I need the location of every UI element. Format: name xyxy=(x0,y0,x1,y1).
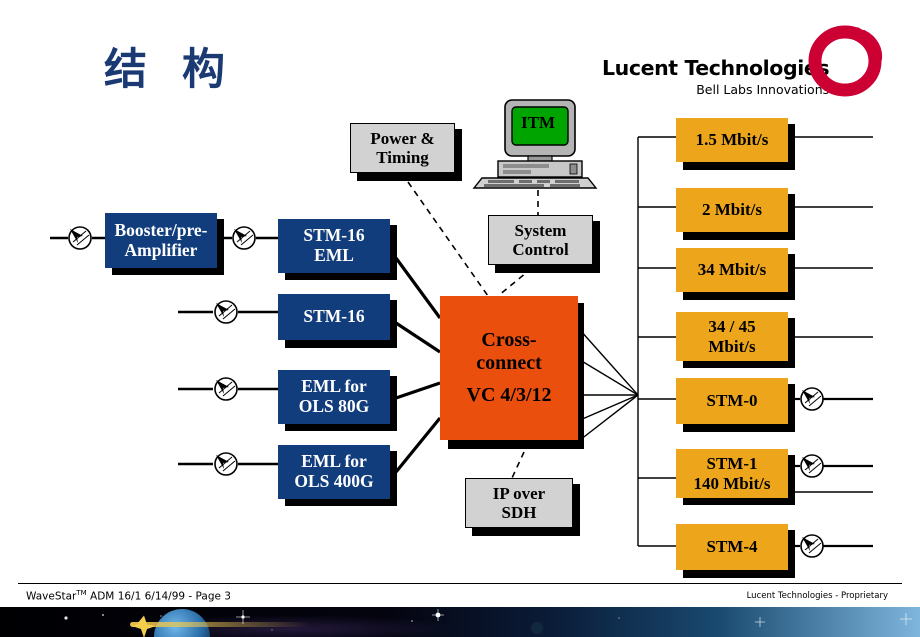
module-label-line: OLS 80G xyxy=(298,396,370,416)
optical-connector-icon xyxy=(214,377,238,401)
module-cross-connect[interactable]: Cross- connect VC 4/3/12 xyxy=(440,296,578,440)
module-label-line: Booster/pre- xyxy=(114,219,208,240)
optical-connector-icon xyxy=(800,387,824,411)
module-ip-over-sdh[interactable]: IP over SDH xyxy=(465,478,573,528)
module-label-line: VC 4/3/12 xyxy=(466,384,552,407)
tributary-label-line: Mbit/s xyxy=(708,336,756,356)
lucent-red-ring-icon xyxy=(808,25,883,97)
tributary-1-5-mbit[interactable]: 1.5 Mbit/s xyxy=(676,118,788,162)
module-label-line: STM-16 xyxy=(303,225,365,246)
module-label-line: EML for xyxy=(301,376,367,397)
module-label-line: IP over xyxy=(492,483,546,503)
tributary-34-mbit[interactable]: 34 Mbit/s xyxy=(676,248,788,292)
tributary-label-line: 2 Mbit/s xyxy=(702,200,762,220)
footer-divider xyxy=(18,583,902,584)
module-label-line: Power & xyxy=(370,128,435,148)
lucent-tagline: Bell Labs Innovations xyxy=(696,81,830,97)
slide-canvas: 结 构 Lucent Technologies Bell Labs Innova… xyxy=(0,0,920,637)
module-label-line: System xyxy=(514,220,567,240)
module-stm16[interactable]: STM-16 xyxy=(278,294,390,340)
module-stm16-eml[interactable]: STM-16 EML xyxy=(278,219,390,273)
module-system-control[interactable]: System Control xyxy=(488,215,593,265)
optical-connector-icon xyxy=(214,300,238,324)
module-power-timing[interactable]: Power & Timing xyxy=(350,123,455,173)
optical-connector-icon xyxy=(800,534,824,558)
tributary-label-line: STM-0 xyxy=(706,391,758,411)
module-label-line: STM-16 xyxy=(303,306,365,327)
optical-connector-icon xyxy=(800,454,824,478)
module-label-line: OLS 400G xyxy=(294,471,374,491)
terminal-screen-text: ITM xyxy=(521,113,555,132)
footer-right-text: Lucent Technologies - Proprietary xyxy=(746,591,888,601)
module-label-line: EML for xyxy=(301,451,367,472)
tributary-34-45-mbit[interactable]: 34 / 45 Mbit/s xyxy=(676,312,788,361)
tributary-label-line: 1.5 Mbit/s xyxy=(695,130,769,150)
module-label-line: connect xyxy=(476,351,542,374)
module-label-line: Amplifier xyxy=(124,239,198,260)
decorative-space-banner xyxy=(0,607,920,637)
module-label-line: Cross- xyxy=(481,329,537,352)
module-eml-ols-80g[interactable]: EML for OLS 80G xyxy=(278,370,390,424)
tributary-label-line: STM-4 xyxy=(706,537,758,557)
lucent-company-name: Lucent Technologies xyxy=(602,56,830,80)
tributary-label-line: 34 / 45 xyxy=(708,317,756,337)
tributary-label-line: 34 Mbit/s xyxy=(697,260,767,280)
lucent-logo: Lucent Technologies Bell Labs Innovation… xyxy=(602,56,830,97)
optical-connector-icon xyxy=(232,226,256,250)
module-eml-ols-400g[interactable]: EML for OLS 400G xyxy=(278,445,390,499)
tributary-label-line: STM-1 xyxy=(706,454,758,474)
module-booster-pre-amplifier[interactable]: Booster/pre- Amplifier xyxy=(105,213,217,268)
tributary-2-mbit[interactable]: 2 Mbit/s xyxy=(676,188,788,232)
footer-product-name: WaveStar xyxy=(26,590,77,603)
module-label-line: EML xyxy=(314,245,354,265)
tributary-stm-0[interactable]: STM-0 xyxy=(676,378,788,424)
module-label-line: Timing xyxy=(376,148,429,167)
module-label-line: SDH xyxy=(501,503,537,522)
tributary-label-line: 140 Mbit/s xyxy=(693,473,771,493)
optical-connector-icon xyxy=(68,226,92,250)
page-title: 结 构 xyxy=(104,45,235,95)
footer-left-text: WaveStarTM ADM 16/1 6/14/99 - Page 3 xyxy=(26,589,231,603)
tributary-stm-4[interactable]: STM-4 xyxy=(676,524,788,570)
optical-connector-icon xyxy=(214,452,238,476)
tributary-stm-1[interactable]: STM-1 140 Mbit/s xyxy=(676,449,788,498)
footer-trademark: TM xyxy=(76,589,87,597)
footer-page-info: ADM 16/1 6/14/99 - Page 3 xyxy=(86,590,231,603)
module-label-line: Control xyxy=(512,240,569,259)
